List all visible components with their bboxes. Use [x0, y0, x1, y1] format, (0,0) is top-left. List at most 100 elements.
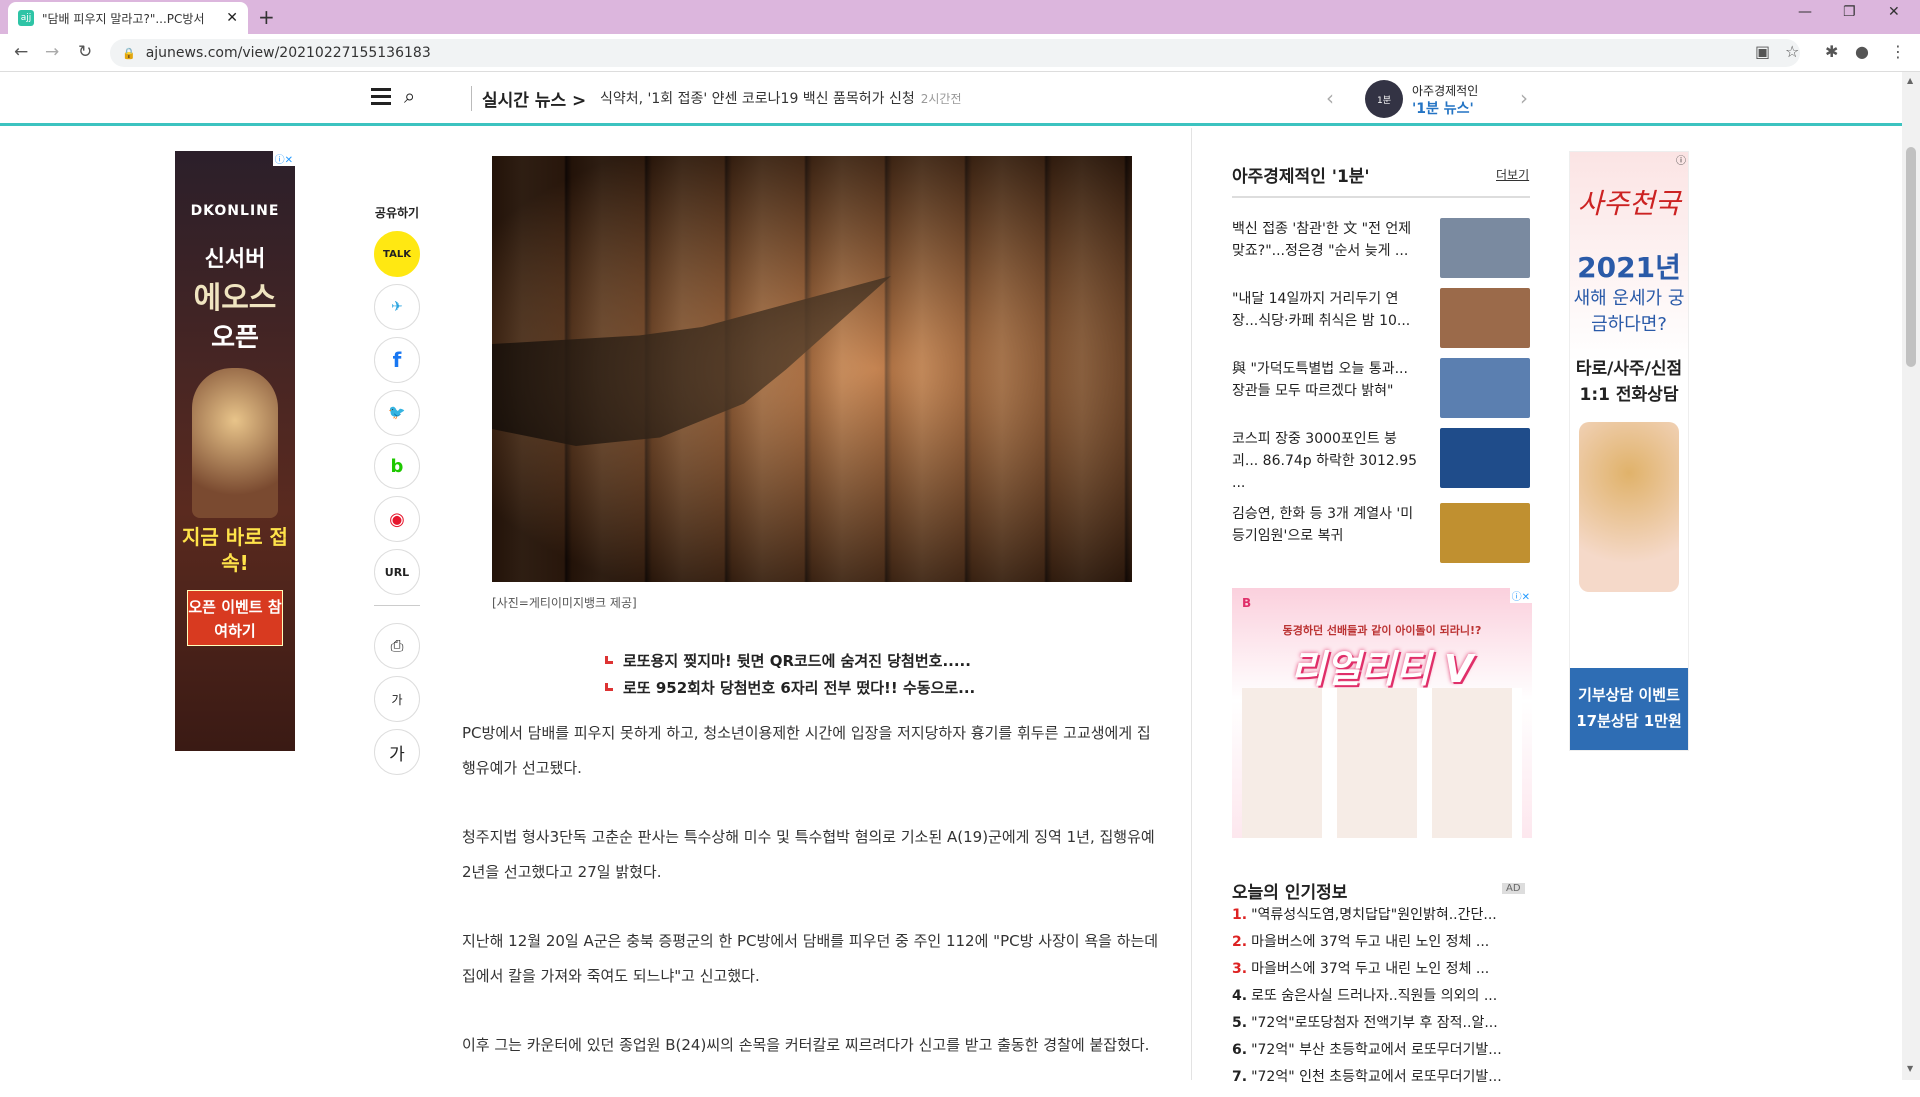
popular-item[interactable]: 2. 마을버스에 37억 두고 내린 노인 정체 ... — [1232, 931, 1532, 951]
right-banner-ad[interactable]: ⓘ 사주천국 2021년 새해 운세가 궁금하다면? 타로/사주/신점 1:1 … — [1569, 151, 1689, 751]
onemin-item[interactable]: 백신 접종 '참관'한 文 "전 언제 맞죠?"...정은경 "순서 늦게 ..… — [1232, 218, 1530, 278]
onemin-item-text: "내달 14일까지 거리두기 연장...식당·카페 취식은 밤 10... — [1232, 291, 1411, 329]
related-links: 로또용지 찢지마! 뒷면 QR코드에 숨겨진 당첨번호..... 로또 952회… — [605, 648, 975, 702]
scroll-down-icon[interactable]: ▼ — [1907, 1064, 1913, 1073]
popular-rank: 7. — [1232, 1069, 1248, 1085]
site-header: ⌕ 실시간 뉴스 > 식약처, '1회 접종' 얀센 코로나19 백신 품목허가… — [0, 72, 1902, 126]
onemin-bottom-label[interactable]: '1분 뉴스' — [1412, 98, 1474, 118]
forward-button[interactable]: → — [45, 42, 59, 62]
onemin-item[interactable]: 김승연, 한화 등 3개 계열사 '미등기임원'으로 복귀 — [1232, 503, 1530, 563]
popular-text: 로또 숨은사실 드러나자..직원들 의외의 ... — [1251, 988, 1498, 1004]
popular-text: "72억" 부산 초등학교에서 로또무더기발... — [1251, 1042, 1502, 1058]
next-arrow-icon[interactable]: › — [1520, 86, 1528, 110]
ad-subtitle: 동경하던 선배들과 같이 아이돌이 되라니!? — [1282, 624, 1482, 637]
scroll-up-icon[interactable]: ▲ — [1907, 76, 1913, 85]
tarot-cards-image — [1579, 422, 1679, 592]
ad-line4: 지금 바로 접속! — [182, 525, 288, 575]
webtoon-ad[interactable]: ⓘ✕ B 동경하던 선배들과 같이 아이돌이 되라니!? 리얼리티 V — [1232, 588, 1532, 838]
tab-strip: ajj "담배 피우지 말라고?"...PC방서 ✕ + — ❐ ✕ — [0, 0, 1920, 34]
related-link-text: 로또 952회차 당첨번호 6자리 전부 떴다!! 수동으로... — [623, 679, 976, 697]
menu-kebab-icon[interactable]: ⋮ — [1890, 42, 1906, 61]
weibo-share-button[interactable]: ◉ — [374, 496, 420, 542]
band-share-button[interactable]: b — [374, 443, 420, 489]
close-window-button[interactable]: ✕ — [1888, 4, 1900, 20]
related-link[interactable]: 로또용지 찢지마! 뒷면 QR코드에 숨겨진 당첨번호..... — [605, 648, 975, 675]
lock-icon: 🔒 — [122, 46, 136, 60]
bookmark-star-icon[interactable]: ☆ — [1785, 42, 1799, 61]
ad-brand-logo: B — [1242, 596, 1252, 610]
onemin-divider — [1232, 196, 1530, 198]
onemin-section-title: 아주경제적인 '1분' — [1232, 167, 1370, 187]
onemin-item-text: 김승연, 한화 등 3개 계열사 '미등기임원'으로 복귀 — [1232, 506, 1414, 544]
site-favicon-icon: ajj — [18, 10, 34, 26]
onemin-item[interactable]: 與 "가덕도특별법 오늘 통과... 장관들 모두 따르겠다 밝혀" — [1232, 358, 1530, 418]
ad-line3: 오픈 — [211, 323, 259, 353]
realtime-headline[interactable]: 식약처, '1회 접종' 얀센 코로나19 백신 품목허가 신청 2시간전 — [600, 88, 962, 108]
ad-info-icon[interactable]: ⓘ — [1674, 152, 1688, 167]
onemin-item-text: 백신 접종 '참관'한 文 "전 언제 맞죠?"...정은경 "순서 늦게 ..… — [1232, 221, 1412, 259]
onemin-thumbnail — [1440, 503, 1530, 563]
ad-close-icon[interactable]: ⓘ✕ — [272, 151, 295, 166]
telegram-share-button[interactable]: ✈ — [374, 284, 420, 330]
twitter-share-button[interactable]: 🐦 — [374, 390, 420, 436]
hamburger-menu-icon[interactable] — [371, 88, 391, 105]
profile-icon[interactable]: ● — [1855, 42, 1869, 61]
font-decrease-button[interactable]: 가 — [374, 676, 420, 722]
tab-title: "담배 피우지 말라고?"...PC방서 — [42, 11, 205, 26]
popular-item[interactable]: 5. "72억"로또당첨자 전액기부 후 잠적..알... — [1232, 1012, 1532, 1032]
ad-event-banner[interactable]: 기부상담 이벤트 17분상담 1만원 — [1570, 668, 1688, 750]
onemin-item[interactable]: "내달 14일까지 거리두기 연장...식당·카페 취식은 밤 10... — [1232, 288, 1530, 348]
browser-tab[interactable]: ajj "담배 피우지 말라고?"...PC방서 ✕ — [8, 2, 248, 34]
url-field[interactable]: 🔒 ajunews.com/view/20210227155136183 — [110, 39, 1800, 67]
article-body: PC방에서 담배를 피우지 못하게 하고, 청소년이용제한 시간에 입장을 저지… — [462, 716, 1164, 1097]
popular-rank: 2. — [1232, 934, 1248, 950]
cast-icon[interactable]: ▣ — [1755, 42, 1770, 61]
article-paragraph: PC방에서 담배를 피우지 못하게 하고, 청소년이용제한 시간에 입장을 저지… — [462, 724, 1151, 777]
onemin-logo[interactable]: 1분 — [1365, 80, 1403, 118]
page-scrollbar[interactable]: ▲ ▼ — [1902, 72, 1920, 1080]
onemin-thumbnail — [1440, 288, 1530, 348]
ad-question: 새해 운세가 궁금하다면? — [1573, 288, 1685, 335]
popular-rank: 3. — [1232, 961, 1248, 977]
url-copy-button[interactable]: URL — [374, 549, 420, 595]
onemin-item-text: 코스피 장중 3000포인트 붕괴... 86.74p 하락한 3012.95 … — [1232, 431, 1418, 491]
popular-text: "72억" 인천 초등학교에서 로또무더기발... — [1251, 1069, 1502, 1085]
extensions-icon[interactable]: ✱ — [1825, 42, 1838, 61]
onemin-thumbnail — [1440, 218, 1530, 278]
scrollbar-thumb[interactable] — [1906, 147, 1916, 367]
minimize-button[interactable]: — — [1798, 4, 1812, 20]
ad-top-panel: 사주천국 2021년 새해 운세가 궁금하다면? 타로/사주/신점 1:1 전화… — [1570, 152, 1688, 592]
onemin-more-link[interactable]: 더보기 — [1496, 166, 1529, 183]
ad-cta-button[interactable]: 오픈 이벤트 참여하기 — [187, 590, 283, 646]
back-button[interactable]: ← — [14, 42, 28, 62]
popular-item[interactable]: 6. "72억" 부산 초등학교에서 로또무더기발... — [1232, 1039, 1532, 1059]
search-icon[interactable]: ⌕ — [404, 84, 415, 108]
left-banner-ad[interactable]: ⓘ✕ DKONLINE 신서버 에오스 오픈 지금 바로 접속! 오픈 이벤트 … — [175, 151, 295, 751]
new-tab-button[interactable]: + — [258, 5, 275, 29]
popular-rank: 6. — [1232, 1042, 1248, 1058]
popular-item[interactable]: 7. "72억" 인천 초등학교에서 로또무더기발... — [1232, 1066, 1532, 1086]
popular-item[interactable]: 3. 마을버스에 37억 두고 내린 노인 정체 ... — [1232, 958, 1532, 978]
kakaotalk-share-button[interactable]: TALK — [374, 231, 420, 277]
popular-text: "72억"로또당첨자 전액기부 후 잠적..알... — [1251, 1015, 1498, 1031]
facebook-share-button[interactable]: f — [374, 337, 420, 383]
address-bar-row: ← → ↻ 🔒 ajunews.com/view/202102271551361… — [0, 34, 1920, 72]
ad-line1: 신서버 — [204, 247, 266, 272]
ad-logo: DKONLINE — [190, 203, 280, 219]
related-link[interactable]: 로또 952회차 당첨번호 6자리 전부 떴다!! 수동으로... — [605, 675, 975, 702]
realtime-headline-text: 식약처, '1회 접종' 얀센 코로나19 백신 품목허가 신청 — [600, 91, 915, 107]
restore-button[interactable]: ❐ — [1843, 4, 1856, 20]
realtime-news-label[interactable]: 실시간 뉴스 > — [471, 86, 586, 111]
reload-button[interactable]: ↻ — [78, 42, 92, 62]
ad-close-icon[interactable]: ⓘ✕ — [1509, 588, 1532, 603]
article-paragraph: 지난해 12월 20일 A군은 충북 증평군의 한 PC방에서 담배를 피우던 … — [462, 932, 1159, 985]
ad-badge: AD — [1502, 883, 1525, 894]
onemin-item[interactable]: 코스피 장중 3000포인트 붕괴... 86.74p 하락한 3012.95 … — [1232, 428, 1530, 491]
close-tab-icon[interactable]: ✕ — [226, 10, 238, 26]
ad-artwork — [1242, 688, 1522, 838]
popular-item[interactable]: 1. "역류성식도염,명치답답"원인밝혀..간단... — [1232, 904, 1532, 924]
print-button[interactable]: ⎙ — [374, 623, 420, 669]
font-increase-button[interactable]: 가 — [374, 729, 420, 775]
prev-arrow-icon[interactable]: ‹ — [1326, 86, 1334, 110]
popular-item[interactable]: 4. 로또 숨은사실 드러나자..직원들 의외의 ... — [1232, 985, 1532, 1005]
